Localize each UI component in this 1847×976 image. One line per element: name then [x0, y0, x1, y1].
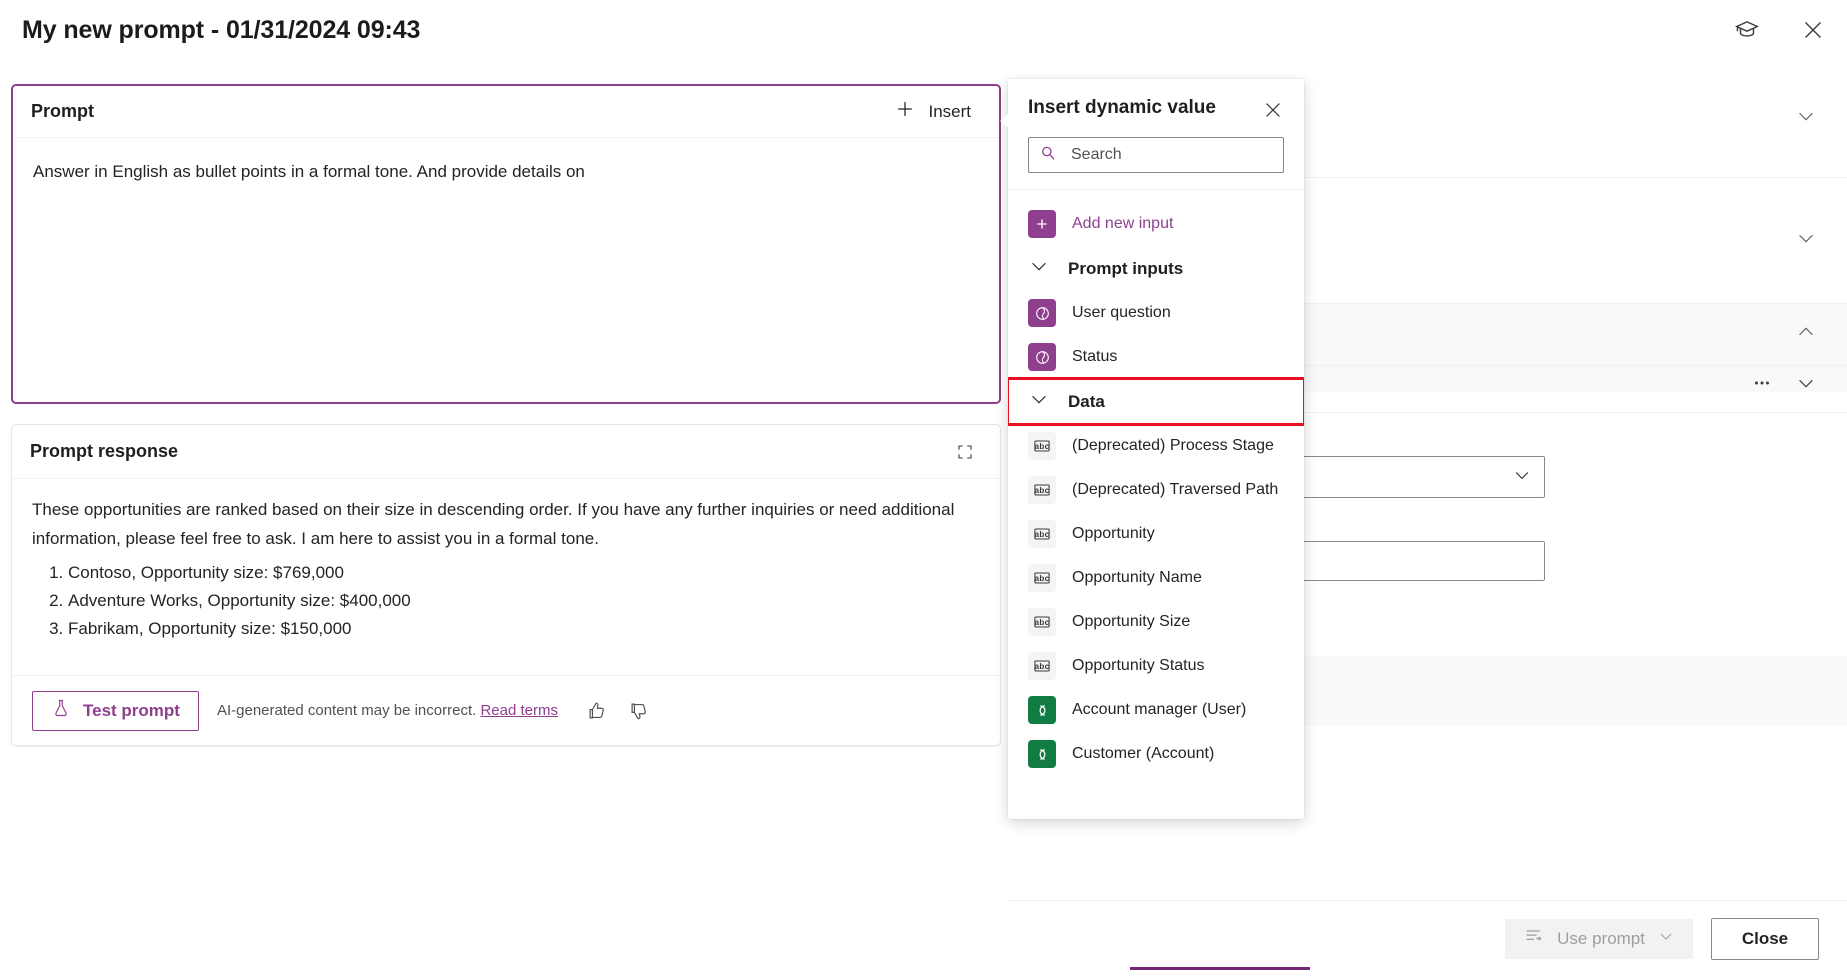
selected-tab-indicator: [1130, 967, 1310, 970]
add-new-input-label: Add new input: [1072, 215, 1174, 232]
list-item-account-manager-user[interactable]: Account manager (User): [1008, 688, 1304, 732]
list-item-user-question[interactable]: User question: [1008, 291, 1304, 335]
group-header-prompt-inputs[interactable]: Prompt inputs: [1008, 246, 1304, 291]
list-item-deprecated-traversed-path[interactable]: abc (Deprecated) Traversed Path: [1008, 468, 1304, 512]
list-item: Adventure Works, Opportunity size: $400,…: [68, 587, 980, 615]
close-icon[interactable]: [1260, 97, 1286, 123]
list-item-opportunity-size[interactable]: abc Opportunity Size: [1008, 600, 1304, 644]
chevron-up-icon: [1795, 321, 1817, 348]
close-icon[interactable]: [1793, 10, 1833, 50]
use-prompt-button[interactable]: Use prompt: [1505, 918, 1693, 959]
list-item-label: Opportunity Status: [1072, 657, 1205, 674]
ai-disclaimer: AI-generated content may be incorrect. R…: [217, 702, 558, 719]
ai-disclaimer-text: AI-generated content may be incorrect.: [216, 702, 477, 719]
plus-icon: [1028, 210, 1056, 238]
flyout-title: Insert dynamic value: [1028, 97, 1216, 118]
copilot-icon: [1028, 299, 1056, 327]
list-item-opportunity-status[interactable]: abc Opportunity Status: [1008, 644, 1304, 688]
thumbs-up-icon[interactable]: [584, 698, 610, 724]
prompt-response-card: Prompt response These opportunities are …: [11, 424, 1001, 746]
list-item-deprecated-process-stage[interactable]: abc (Deprecated) Process Stage: [1008, 424, 1304, 468]
prompt-response-footer: Test prompt AI-generated content may be …: [12, 675, 1000, 745]
list-item-opportunity[interactable]: abc Opportunity: [1008, 512, 1304, 556]
response-paragraph: These opportunities are ranked based on …: [32, 500, 955, 549]
more-options-icon[interactable]: [1751, 372, 1773, 399]
close-button[interactable]: Close: [1711, 917, 1819, 960]
prompt-response-body: These opportunities are ranked based on …: [12, 479, 1000, 675]
list-item: Contoso, Opportunity size: $769,000: [68, 559, 980, 587]
list-item-opportunity-name[interactable]: abc Opportunity Name: [1008, 556, 1304, 600]
graduation-cap-icon[interactable]: [1727, 10, 1767, 50]
chevron-down-icon: [1028, 255, 1050, 282]
test-prompt-label: Test prompt: [83, 700, 180, 720]
prompt-card-title: Prompt: [31, 101, 94, 121]
dynamic-value-list[interactable]: Add new input Prompt inputs User questio…: [1008, 190, 1304, 819]
feedback-buttons: [584, 698, 652, 724]
titlebar-actions: [1727, 0, 1833, 60]
insert-label: Insert: [928, 101, 971, 121]
group-label: Data: [1068, 391, 1105, 411]
prompt-text: Answer in English as bullet points in a …: [33, 162, 585, 181]
prompt-text-editor[interactable]: Answer in English as bullet points in a …: [13, 138, 999, 206]
insert-dynamic-value-button[interactable]: Insert: [886, 92, 979, 131]
text-field-icon: abc: [1028, 564, 1056, 592]
list-item-label: Customer (Account): [1072, 745, 1215, 762]
list-item-label: Account manager (User): [1072, 701, 1247, 718]
list-item-label: Opportunity Size: [1072, 613, 1191, 630]
text-field-icon: abc: [1028, 476, 1056, 504]
table-icon: [1028, 740, 1056, 768]
search-box[interactable]: [1028, 137, 1284, 173]
chevron-down-icon: [1512, 465, 1532, 490]
table-icon: [1028, 696, 1056, 724]
list-item-label: Status: [1072, 348, 1118, 365]
chevron-down-icon: [1028, 388, 1050, 415]
use-prompt-label: Use prompt: [1557, 928, 1645, 948]
insert-dynamic-value-flyout: Insert dynamic value Search Add new inpu…: [1008, 79, 1304, 819]
flyout-header: Insert dynamic value: [1008, 79, 1304, 123]
chevron-down-icon: [1795, 105, 1817, 132]
list-item-status[interactable]: Status: [1008, 335, 1304, 379]
text-field-icon: abc: [1028, 652, 1056, 680]
list-item-label: Opportunity: [1072, 525, 1155, 542]
prompt-response-header: Prompt response: [12, 425, 1000, 479]
group-header-data[interactable]: Data: [1008, 377, 1304, 426]
search-input[interactable]: [1069, 145, 1280, 165]
copilot-icon: [1028, 343, 1056, 371]
dialog-action-bar: Use prompt Close: [1008, 900, 1847, 976]
add-new-input-button[interactable]: Add new input: [1008, 202, 1304, 246]
list-item: Fabrikam, Opportunity size: $150,000: [68, 615, 980, 643]
list-item-customer-account[interactable]: Customer (Account): [1008, 732, 1304, 776]
list-item-label: User question: [1072, 304, 1171, 321]
chevron-down-icon: [1657, 927, 1675, 950]
text-field-icon: abc: [1028, 608, 1056, 636]
group-label: Prompt inputs: [1068, 258, 1184, 278]
list-item-label: Opportunity Name: [1072, 569, 1202, 586]
flyout-search-wrap: [1008, 123, 1304, 189]
read-terms-link[interactable]: Read terms: [480, 702, 558, 719]
flask-icon: [51, 698, 71, 723]
list-item-label: (Deprecated) Process Stage: [1072, 437, 1274, 454]
chevron-down-icon: [1795, 227, 1817, 254]
dialog-titlebar: My new prompt - 01/31/2024 09:43: [0, 0, 1847, 60]
text-field-icon: abc: [1028, 520, 1056, 548]
settings-row-overflow-actions: [1751, 372, 1817, 399]
prompt-response-title: Prompt response: [30, 441, 179, 461]
search-icon: [1039, 144, 1057, 167]
plus-icon: [894, 98, 916, 125]
text-field-icon: abc: [1028, 432, 1056, 460]
chevron-down-icon[interactable]: [1795, 372, 1817, 399]
response-list: Contoso, Opportunity size: $769,000 Adve…: [32, 559, 980, 642]
prompt-builder-dialog: My new prompt - 01/31/2024 09:43 Use pro…: [0, 0, 1847, 976]
page-title: My new prompt - 01/31/2024 09:43: [22, 15, 421, 44]
prompt-card: Prompt Insert Answer in English as bulle…: [11, 84, 1001, 404]
list-item-label: (Deprecated) Traversed Path: [1072, 481, 1279, 498]
test-prompt-button[interactable]: Test prompt: [32, 690, 199, 731]
thumbs-down-icon[interactable]: [626, 698, 652, 724]
fullscreen-icon[interactable]: [950, 437, 980, 467]
prompt-card-header: Prompt Insert: [13, 86, 999, 138]
insert-text-icon: [1523, 926, 1545, 951]
